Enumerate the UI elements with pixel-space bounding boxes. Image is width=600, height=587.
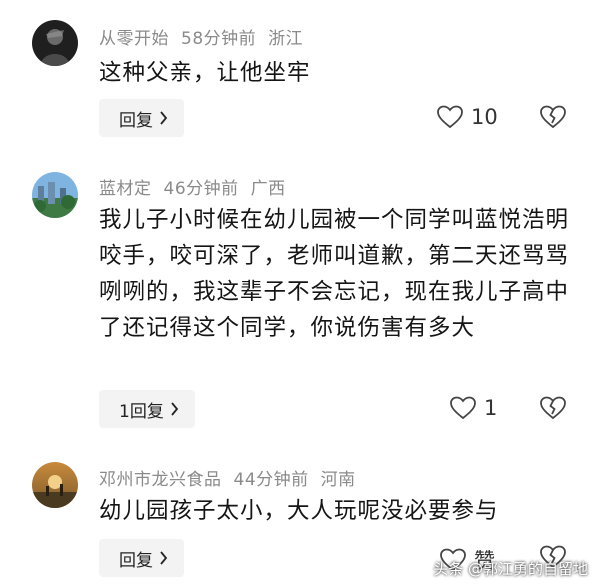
avatar[interactable] (32, 20, 78, 66)
comment-location: 广西 (250, 179, 286, 199)
comment-location: 浙江 (268, 29, 304, 49)
like-count: 10 (471, 105, 498, 129)
reply-button[interactable]: 回复 (99, 539, 184, 577)
chevron-right-icon (160, 111, 168, 125)
reply-label: 回复 (119, 110, 153, 131)
comment-text: 这种父亲，让他坐牢 (99, 60, 311, 86)
comment-time: 46分钟前 (163, 179, 239, 199)
reply-button[interactable]: 回复 (99, 99, 184, 137)
comment-meta: 蓝材定 46分钟前 广西 (99, 174, 298, 199)
like-button[interactable]: 1 (450, 396, 497, 420)
heart-icon (437, 105, 463, 129)
broken-heart-icon (540, 105, 566, 129)
landscape-avatar-icon (32, 172, 78, 218)
dark-portrait-avatar-icon (32, 20, 78, 66)
watermark: 头条 @郭江勇的自留地 (433, 560, 588, 578)
username[interactable]: 从零开始 (99, 29, 169, 49)
chevron-right-icon (171, 402, 178, 416)
reply-label: 回复 (119, 550, 153, 571)
dislike-button[interactable] (540, 105, 566, 133)
comment-text: 我儿子小时候在幼儿园被一个同学叫蓝悦浩明咬手，咬可深了，老师叫道歉，第二天还骂骂… (99, 207, 570, 341)
sunset-avatar-icon (32, 462, 78, 508)
avatar[interactable] (32, 462, 78, 508)
comment-meta: 邓州市龙兴食品 44分钟前 河南 (99, 465, 368, 490)
avatar[interactable] (32, 172, 78, 218)
like-count: 1 (484, 396, 498, 420)
broken-heart-icon (540, 396, 566, 420)
username[interactable]: 蓝材定 (99, 179, 152, 199)
comment-time: 58分钟前 (181, 29, 257, 49)
dislike-button[interactable] (540, 396, 566, 424)
username[interactable]: 邓州市龙兴食品 (99, 470, 222, 490)
chevron-right-icon (160, 551, 168, 565)
reply-label: 1回复 (119, 401, 164, 422)
comment-time: 44分钟前 (233, 470, 309, 490)
comment-text: 幼儿园孩子太小，大人玩呢没必要参与 (99, 498, 499, 524)
heart-icon (450, 396, 476, 420)
reply-button[interactable]: 1回复 (99, 390, 195, 428)
comment-location: 河南 (320, 470, 356, 490)
comment-meta: 从零开始 58分钟前 浙江 (99, 24, 315, 49)
like-button[interactable]: 10 (437, 105, 498, 129)
